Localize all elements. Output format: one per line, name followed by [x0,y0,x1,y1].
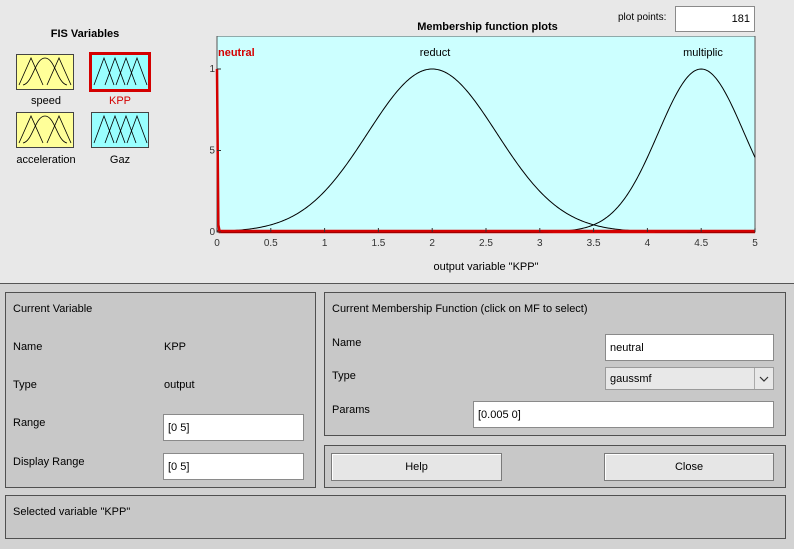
variable-label-kpp: KPP [108,95,131,107]
close-button[interactable]: Close [604,453,774,481]
x-tick-label: 4.5 [694,238,708,249]
mf-name-input[interactable]: neutral [605,334,774,361]
x-tick-label: 3 [537,238,543,249]
chevron-down-icon[interactable] [754,368,773,389]
variable-box-speed[interactable] [16,54,74,90]
plot-area [216,36,756,233]
variable-box-gaz[interactable] [91,112,149,148]
x-tick-label: 4 [645,238,651,249]
display-range-label: Display Range [13,456,85,468]
input-mf-icon [18,115,72,144]
fis-editor-top: FIS Variables speed KPP acceleration Gaz… [0,0,794,283]
mf-label-multiplic[interactable]: multiplic [683,47,723,59]
y-tick-label: 0 [210,227,215,238]
variable-name-label: Name [13,341,43,353]
variable-name-value: KPP [164,341,187,353]
status-bar: Selected variable "KPP" [5,495,786,539]
y-tick-label: 1 [210,64,215,75]
range-label: Range [13,417,46,429]
plot-points-label: plot points: [618,12,667,23]
variable-label-gaz: Gaz [109,154,131,166]
x-tick-label: 3.5 [587,238,601,249]
plot-points-input[interactable]: 181 [675,6,755,32]
current-mf-title: Current Membership Function (click on MF… [332,303,588,315]
display-range-input[interactable]: [0 5] [163,453,304,480]
output-mf-icon [93,56,148,86]
fis-variables-title: FIS Variables [50,28,120,40]
plot-title: Membership function plots [417,21,558,33]
mf-params-label: Params [332,404,370,416]
x-tick-label: 5 [752,238,758,249]
mf-name-label: Name [332,337,362,349]
current-variable-panel: Current Variable Name KPP Type output Ra… [5,292,316,488]
variable-label-acceleration: acceleration [16,154,76,166]
variable-type-value: output [164,379,195,391]
mf-type-label: Type [332,370,356,382]
y-tick-label: 0.5 [210,146,215,157]
output-mf-icon [93,114,148,144]
variable-label-speed: speed [31,95,61,107]
x-tick-label: 1 [322,238,328,249]
fis-editor-bottom: Current Variable Name KPP Type output Ra… [0,283,794,549]
mf-params-input[interactable]: [0.005 0] [473,401,774,428]
mf-type-select[interactable]: gaussmf [605,367,774,390]
current-mf-panel: Current Membership Function (click on MF… [324,292,786,436]
mf-label-neutral[interactable]: neutral [218,47,255,59]
variable-box-kpp[interactable] [89,52,151,92]
status-text: Selected variable "KPP" [13,506,131,518]
x-tick-label: 0.5 [264,238,278,249]
input-mf-icon [18,57,72,86]
button-panel: Help Close [324,445,786,488]
x-tick-label: 2 [429,238,435,249]
variable-type-label: Type [13,379,37,391]
x-axis-label: output variable "KPP" [433,261,538,273]
x-tick-label: 2.5 [479,238,493,249]
variable-box-acceleration[interactable] [16,112,74,148]
range-input[interactable]: [0 5] [163,414,304,441]
x-tick-label: 0 [214,238,220,249]
mf-label-reduct[interactable]: reduct [420,47,451,59]
current-variable-title: Current Variable [13,303,93,315]
help-button[interactable]: Help [331,453,502,481]
mf-type-value: gaussmf [610,372,652,385]
x-tick-label: 1.5 [371,238,385,249]
membership-function-plot[interactable]: 0 0.5 1 1.5 2 2.5 3 3.5 4 4.5 5 0 0.5 1 neutral reduc… [210,36,762,276]
